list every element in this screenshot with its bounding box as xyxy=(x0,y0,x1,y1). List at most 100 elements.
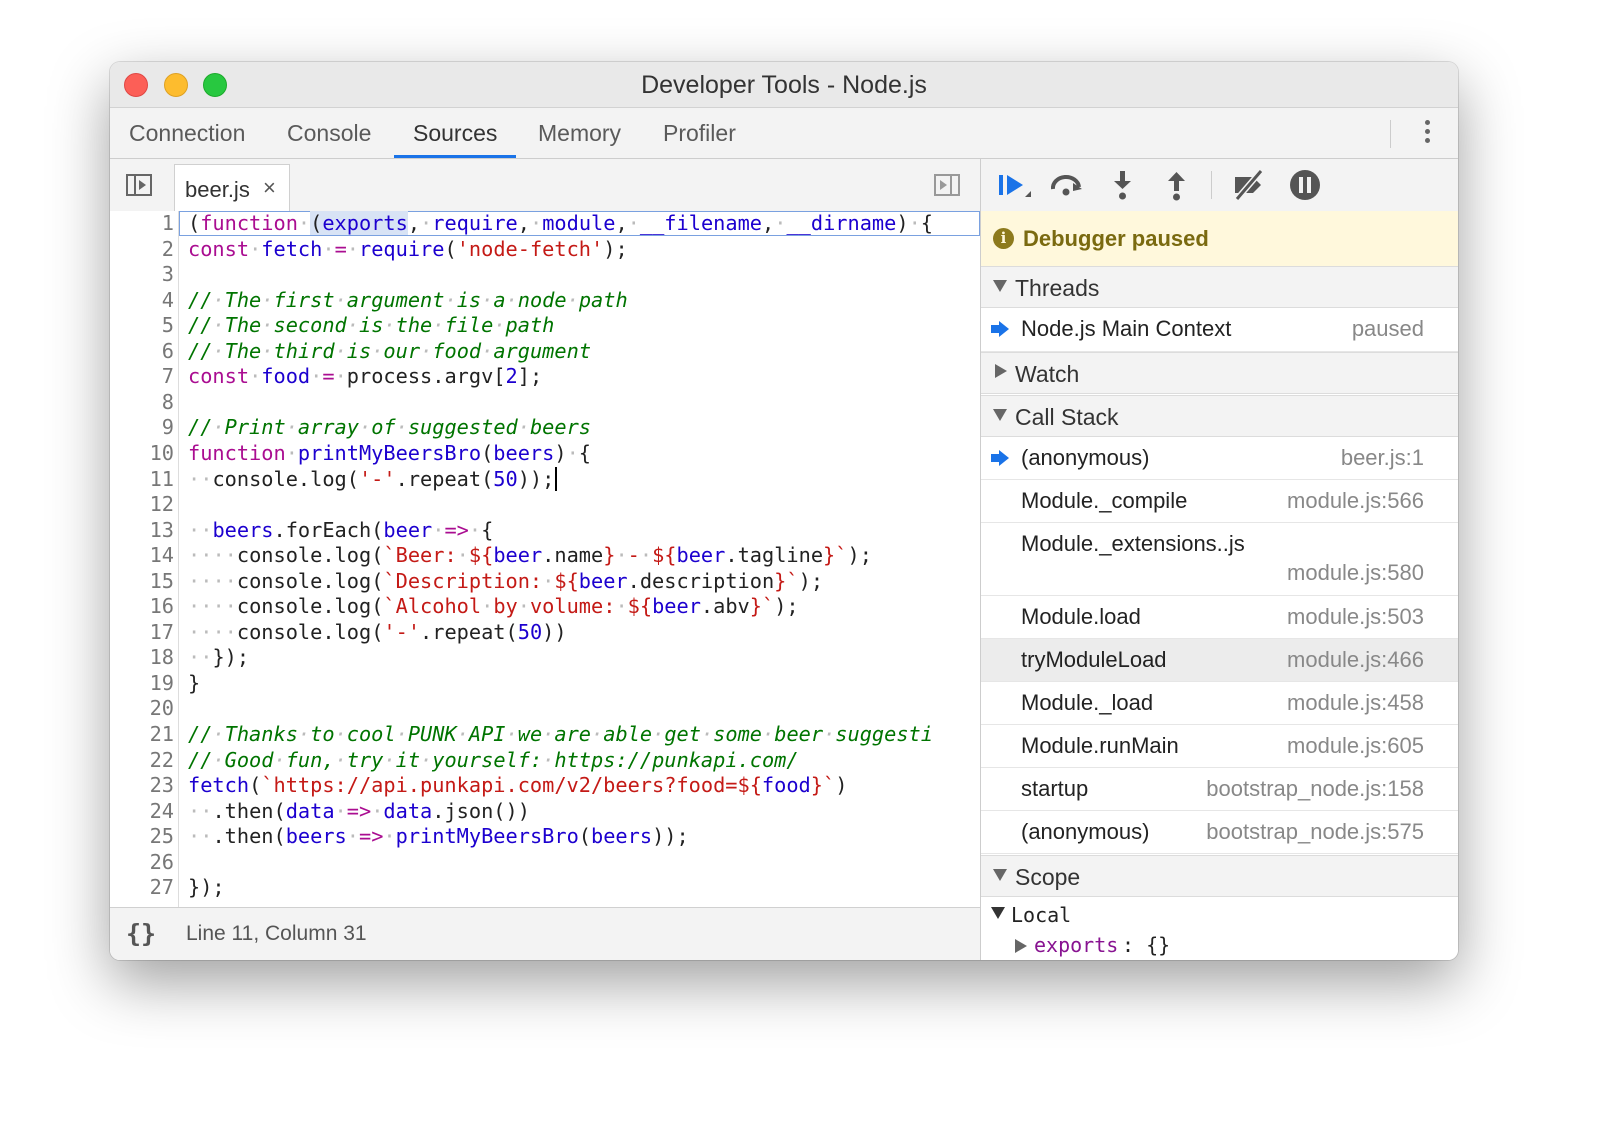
frame-location[interactable]: module.js:580 xyxy=(1287,560,1424,586)
tab-console[interactable]: Console xyxy=(268,108,390,158)
line-number[interactable]: 11 xyxy=(110,467,174,492)
frame-location[interactable]: module.js:566 xyxy=(1287,488,1424,514)
line-number[interactable]: 4 xyxy=(110,288,174,313)
line-number[interactable]: 26 xyxy=(110,850,174,875)
line-number[interactable]: 27 xyxy=(110,875,174,900)
code-line[interactable]: 1 (function·(exports,·require,·module,·__… xyxy=(110,211,980,237)
scope-section-header[interactable]: Scope xyxy=(981,855,1458,897)
code-line[interactable]: 2 const·fetch·=·require('node-fetch'); xyxy=(110,237,980,263)
code-line[interactable]: 22 //·Good·fun,·try·it·yourself:·https://… xyxy=(110,748,980,774)
code-text: fetch(`https://api.punkapi.com/v2/beers?… xyxy=(188,773,848,798)
line-number[interactable]: 5 xyxy=(110,313,174,338)
call-frame-row[interactable]: startup bootstrap_node.js:158 xyxy=(981,768,1458,811)
line-number[interactable]: 9 xyxy=(110,415,174,440)
line-number[interactable]: 10 xyxy=(110,441,174,466)
line-number[interactable]: 15 xyxy=(110,569,174,594)
line-number[interactable]: 23 xyxy=(110,773,174,798)
frame-location[interactable]: module.js:466 xyxy=(1287,647,1424,673)
call-frame-row[interactable]: Module.load module.js:503 xyxy=(981,596,1458,639)
expand-arrow-icon[interactable] xyxy=(991,907,1005,919)
line-number[interactable]: 8 xyxy=(110,390,174,415)
code-line[interactable]: 21 //·Thanks·to·cool·PUNK·API·we·are·able… xyxy=(110,722,980,748)
line-number[interactable]: 17 xyxy=(110,620,174,645)
close-tab-icon[interactable]: × xyxy=(263,175,276,201)
code-line[interactable]: 19} xyxy=(110,671,980,697)
line-number[interactable]: 7 xyxy=(110,364,174,389)
code-line[interactable]: 11 ··console.log('-'.repeat(50)); xyxy=(110,466,980,493)
code-line[interactable]: 8 xyxy=(110,390,980,416)
tab-profiler[interactable]: Profiler xyxy=(644,108,755,158)
frame-location[interactable]: module.js:503 xyxy=(1287,604,1424,630)
threads-section-header[interactable]: Threads xyxy=(981,266,1458,308)
call-frame-row[interactable]: tryModuleLoad module.js:466 xyxy=(981,639,1458,682)
tab-connection[interactable]: Connection xyxy=(110,108,264,158)
code-line[interactable]: 14 ····console.log(`Beer:·${beer.name}·-·… xyxy=(110,543,980,569)
call-frame-row[interactable]: Module.runMain module.js:605 xyxy=(981,725,1458,768)
code-line[interactable]: 7 const·food·=·process.argv[2]; xyxy=(110,364,980,390)
tab-sources[interactable]: Sources xyxy=(394,108,517,158)
code-line[interactable]: 17 ····console.log('-'.repeat(50)) xyxy=(110,620,980,646)
code-line[interactable]: 26 xyxy=(110,850,980,876)
call-frame-row[interactable]: Module._compile module.js:566 xyxy=(981,480,1458,523)
line-number[interactable]: 24 xyxy=(110,799,174,824)
line-number[interactable]: 21 xyxy=(110,722,174,747)
more-options-icon[interactable] xyxy=(1420,120,1434,146)
toggle-navigator-icon[interactable] xyxy=(126,174,152,196)
expand-arrow-icon[interactable] xyxy=(1015,939,1027,953)
line-number[interactable]: 25 xyxy=(110,824,174,849)
code-line[interactable]: 6 //·The·third·is·our·food·argument xyxy=(110,339,980,365)
code-line[interactable]: 12 xyxy=(110,492,980,518)
line-number[interactable]: 1 xyxy=(110,211,174,236)
code-line[interactable]: 4 //·The·first·argument·is·a·node·path xyxy=(110,288,980,314)
line-number[interactable]: 6 xyxy=(110,339,174,364)
frame-location[interactable]: bootstrap_node.js:575 xyxy=(1206,819,1424,845)
line-number[interactable]: 14 xyxy=(110,543,174,568)
pretty-print-button[interactable]: {} xyxy=(126,919,156,948)
code-editor[interactable]: 1 (function·(exports,·require,·module,·__… xyxy=(110,211,980,907)
step-out-icon[interactable] xyxy=(1159,167,1195,203)
code-line[interactable]: 20 xyxy=(110,696,980,722)
code-line[interactable]: 16 ····console.log(`Alcohol·by·volume:·${… xyxy=(110,594,980,620)
step-over-icon[interactable] xyxy=(1049,167,1085,203)
tab-memory[interactable]: Memory xyxy=(519,108,640,158)
step-into-icon[interactable] xyxy=(1105,167,1141,203)
code-line[interactable]: 9 //·Print·array·of·suggested·beers xyxy=(110,415,980,441)
scope-var-name[interactable]: exports xyxy=(1034,933,1118,957)
pause-on-exceptions-icon[interactable] xyxy=(1287,167,1323,203)
code-line[interactable]: 15 ····console.log(`Description:·${beer.d… xyxy=(110,569,980,595)
resume-icon[interactable] xyxy=(995,167,1031,203)
frame-location[interactable]: module.js:605 xyxy=(1287,733,1424,759)
code-line[interactable]: 5 //·The·second·is·the·file·path xyxy=(110,313,980,339)
frame-location[interactable]: bootstrap_node.js:158 xyxy=(1206,776,1424,802)
code-line[interactable]: 23 fetch(`https://api.punkapi.com/v2/beer… xyxy=(110,773,980,799)
thread-row[interactable]: Node.js Main Context paused xyxy=(981,308,1458,352)
line-number[interactable]: 20 xyxy=(110,696,174,721)
line-number[interactable]: 19 xyxy=(110,671,174,696)
deactivate-breakpoints-icon[interactable] xyxy=(1231,167,1267,203)
call-frame-row[interactable]: (anonymous) bootstrap_node.js:575 xyxy=(981,811,1458,854)
code-line[interactable]: 18 ··}); xyxy=(110,645,980,671)
code-line[interactable]: 25 ··.then(beers·=>·printMyBeersBro(beers… xyxy=(110,824,980,850)
call-frame-row[interactable]: Module._load module.js:458 xyxy=(981,682,1458,725)
code-line[interactable]: 27}); xyxy=(110,875,980,901)
frame-location[interactable]: module.js:458 xyxy=(1287,690,1424,716)
line-number[interactable]: 2 xyxy=(110,237,174,262)
line-number[interactable]: 3 xyxy=(110,262,174,287)
line-number[interactable]: 18 xyxy=(110,645,174,670)
call-frame-row[interactable]: (anonymous) beer.js:1 xyxy=(981,437,1458,480)
code-line[interactable]: 10 function·printMyBeersBro(beers)·{ xyxy=(110,441,980,467)
frame-location[interactable]: beer.js:1 xyxy=(1341,445,1424,471)
local-scope-label[interactable]: Local xyxy=(1011,903,1071,927)
file-tab-beer-js[interactable]: beer.js × xyxy=(174,164,290,211)
call-frame-row[interactable]: Module._extensions..js module.js:580 xyxy=(981,523,1458,596)
line-number[interactable]: 13 xyxy=(110,518,174,543)
code-line[interactable]: 13 ··beers.forEach(beer·=>·{ xyxy=(110,518,980,544)
callstack-section-header[interactable]: Call Stack xyxy=(981,395,1458,437)
line-number[interactable]: 16 xyxy=(110,594,174,619)
toggle-debugger-sidebar-icon[interactable] xyxy=(934,174,960,196)
code-line[interactable]: 24 ··.then(data·=>·data.json()) xyxy=(110,799,980,825)
line-number[interactable]: 22 xyxy=(110,748,174,773)
code-line[interactable]: 3 xyxy=(110,262,980,288)
line-number[interactable]: 12 xyxy=(110,492,174,517)
watch-section-header[interactable]: Watch xyxy=(981,352,1458,394)
